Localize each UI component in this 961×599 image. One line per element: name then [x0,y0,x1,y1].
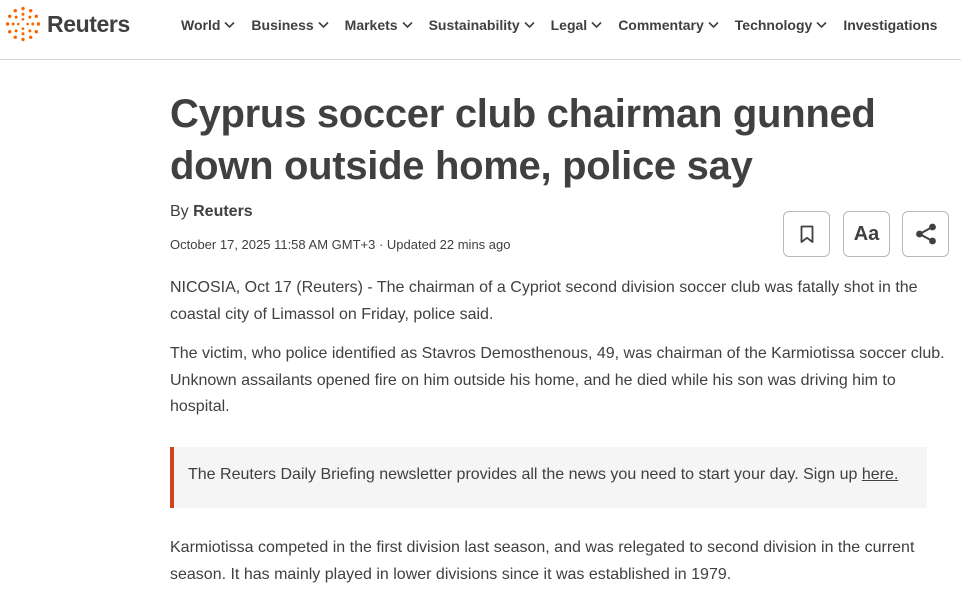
nav-item-label: Investigations [843,17,938,33]
nav-item-markets[interactable]: Markets [345,17,413,33]
nav-item-investigations[interactable]: Investigations [843,17,937,33]
nav-item-label: Markets [344,17,398,33]
article-paragraph: The victim, who police identified as Sta… [170,345,945,415]
reuters-dot-ring-icon [5,6,41,42]
bookmark-icon [800,225,813,243]
headline-line-1: Cyprus soccer club chairman gunned [170,92,876,136]
nav-item-world[interactable]: World [181,17,235,33]
newsletter-promo: The Reuters Daily Briefing newsletter pr… [170,447,927,508]
nav-item-technology[interactable]: Technology [735,17,828,33]
nav-item-business[interactable]: Business [251,17,329,33]
article-paragraph: NICOSIA, Oct 17 (Reuters) - The chairman… [170,279,918,323]
nav-item-label: Sustainability [428,17,520,33]
logo-wordmark: Reuters [47,10,130,37]
chevron-down-icon [816,21,827,29]
chevron-down-icon [402,21,413,29]
bookmark-button[interactable] [783,211,830,257]
share-button[interactable] [902,211,949,257]
article-headline: Cyprus soccer club chairman gunned down … [170,88,910,192]
byline: By Reuters [170,203,253,221]
nav-item-sustainability[interactable]: Sustainability [429,17,535,33]
nav-item-label: World [181,17,221,33]
author-link[interactable]: Reuters [193,203,253,220]
nav-item-label: Commentary [618,17,704,33]
nav-item-label: Technology [734,17,813,33]
article-dateline: October 17, 2025 11:58 AM GMT+3 · Update… [170,237,511,252]
reuters-logo[interactable]: Reuters [5,6,130,42]
nav-item-label: Legal [550,17,588,33]
chevron-down-icon [224,21,235,29]
nav-item-commentary[interactable]: Commentary [618,17,719,33]
main-nav: World Business Markets Sustainability Le… [181,14,937,36]
promo-message: The Reuters Daily Briefing newsletter pr… [188,466,862,483]
chevron-down-icon [524,21,535,29]
chevron-down-icon [318,21,329,29]
text-size-button[interactable]: Aa [843,211,890,257]
nav-item-label: Business [251,17,314,33]
newsletter-promo-text: The Reuters Daily Briefing newsletter pr… [188,466,898,484]
byline-prefix: By [170,203,189,220]
article-paragraph: Karmiotissa competed in the first divisi… [170,539,915,583]
nav-item-legal[interactable]: Legal [551,17,603,33]
headline-line-2: down outside home, police say [170,144,753,188]
chevron-down-icon [708,21,719,29]
share-icon [915,223,936,245]
site-header: Reuters World Business Markets Sustainab… [0,0,961,60]
chevron-down-icon [591,21,602,29]
newsletter-signup-link[interactable]: here. [862,466,898,483]
